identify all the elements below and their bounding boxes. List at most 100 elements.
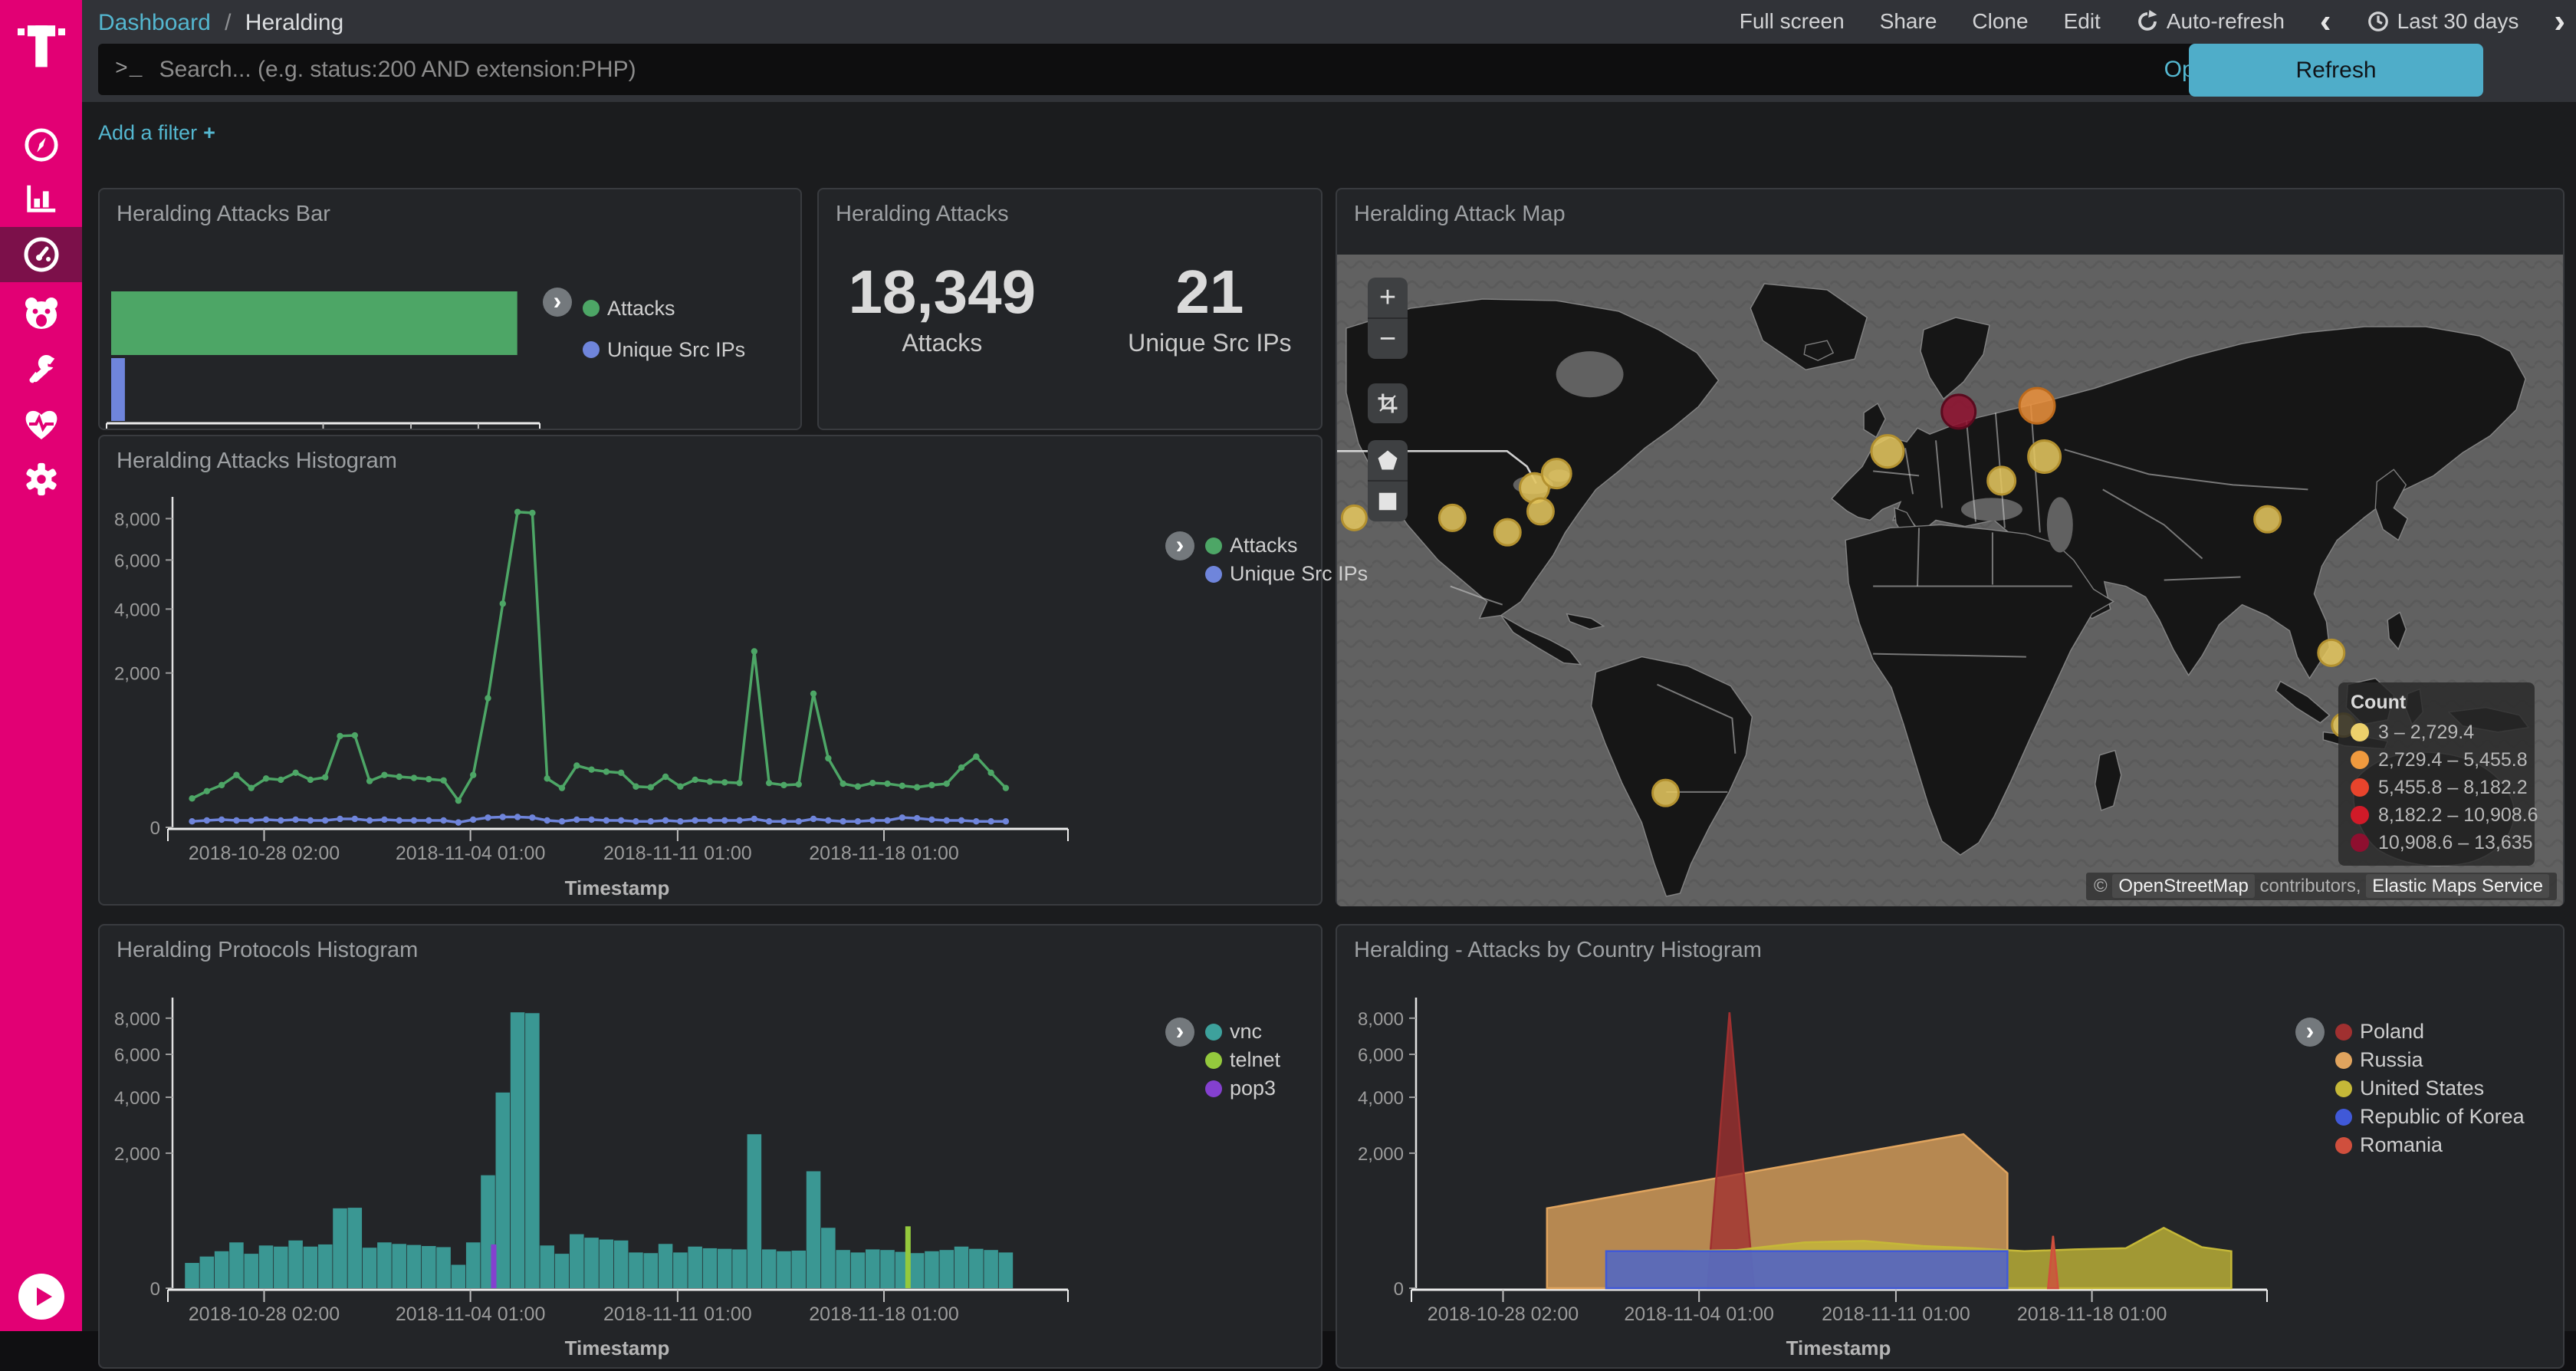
legend-toggle-button[interactable] <box>543 288 572 317</box>
bar-vnc[interactable] <box>200 1257 215 1288</box>
map-crop-button[interactable] <box>1368 383 1408 423</box>
bar-vnc[interactable] <box>762 1249 777 1288</box>
bar-vnc[interactable] <box>955 1247 969 1288</box>
bar-vnc[interactable] <box>318 1244 333 1288</box>
osm-attribution-link[interactable]: OpenStreetMap <box>2112 874 2254 898</box>
data-point[interactable] <box>840 781 846 787</box>
breadcrumb-dashboard-link[interactable]: Dashboard <box>98 10 211 35</box>
map-legend-item[interactable]: 2,729.4 – 5,455.8 <box>2351 746 2522 774</box>
sidebar-item-monitoring[interactable] <box>0 400 82 448</box>
data-point[interactable] <box>707 778 713 784</box>
data-point[interactable] <box>322 774 328 781</box>
bar-vnc[interactable] <box>215 1251 229 1288</box>
legend-item[interactable]: Romania <box>2335 1131 2525 1159</box>
bar-vnc[interactable] <box>777 1251 791 1288</box>
data-point[interactable] <box>692 817 698 824</box>
bar-vnc[interactable] <box>511 1012 525 1288</box>
data-point[interactable] <box>470 772 476 778</box>
data-point[interactable] <box>766 818 772 824</box>
bar-vnc[interactable] <box>525 1013 540 1288</box>
data-point[interactable] <box>440 817 446 824</box>
attacks-histogram-chart[interactable]: 02,0004,0006,0008,0002018-10-28 02:00201… <box>100 436 1158 906</box>
data-point[interactable] <box>352 816 358 822</box>
bar-vnc[interactable] <box>422 1246 436 1288</box>
data-point[interactable] <box>721 817 728 824</box>
legend-item[interactable]: telnet <box>1205 1046 1280 1074</box>
data-point[interactable] <box>677 784 683 790</box>
bar-vnc[interactable] <box>407 1245 422 1288</box>
data-point[interactable] <box>337 733 343 739</box>
legend-item[interactable]: Unique Src IPs <box>1205 560 1368 588</box>
add-filter-link[interactable]: Add a filter+ <box>98 121 215 145</box>
data-point[interactable] <box>899 814 905 820</box>
bar-vnc[interactable] <box>584 1238 599 1288</box>
data-point[interactable] <box>366 778 373 784</box>
data-point[interactable] <box>322 817 328 824</box>
sidebar-item-dashboard[interactable] <box>0 227 82 282</box>
data-point[interactable] <box>396 817 402 824</box>
data-point[interactable] <box>855 818 861 824</box>
map-draw-polygon-button[interactable] <box>1368 440 1408 480</box>
attack-location-dot[interactable] <box>1542 459 1571 488</box>
data-point[interactable] <box>204 817 210 824</box>
data-point[interactable] <box>381 817 387 823</box>
data-point[interactable] <box>500 600 506 607</box>
data-point[interactable] <box>544 817 550 824</box>
attack-location-dot[interactable] <box>2019 388 2055 423</box>
attack-location-dot[interactable] <box>2029 440 2061 472</box>
data-point[interactable] <box>248 817 255 824</box>
legend-item[interactable]: United States <box>2335 1074 2525 1103</box>
data-point[interactable] <box>973 818 979 824</box>
bar-vnc[interactable] <box>570 1235 584 1288</box>
data-point[interactable] <box>869 780 876 786</box>
bar-vnc[interactable] <box>880 1250 895 1288</box>
data-point[interactable] <box>855 784 861 790</box>
bar-vnc[interactable] <box>791 1251 806 1288</box>
legend-item[interactable]: Attacks <box>1205 531 1368 560</box>
map-draw-rectangle-button[interactable] <box>1368 480 1408 521</box>
bar-vnc[interactable] <box>259 1245 274 1288</box>
attack-location-dot[interactable] <box>1494 519 1520 545</box>
data-point[interactable] <box>189 818 195 824</box>
data-point[interactable] <box>204 788 210 794</box>
auto-refresh-button[interactable]: Auto-refresh <box>2136 9 2285 34</box>
legend-item[interactable]: vnc <box>1205 1018 1280 1046</box>
bar-vnc[interactable] <box>925 1251 939 1288</box>
data-point[interactable] <box>944 817 950 824</box>
legend-item[interactable]: Unique Src IPs <box>583 329 745 370</box>
map-zoom-out-button[interactable]: − <box>1368 317 1408 359</box>
bar-vnc[interactable] <box>304 1247 318 1288</box>
bar-vnc[interactable] <box>392 1244 406 1288</box>
data-point[interactable] <box>928 782 935 788</box>
data-point[interactable] <box>381 772 387 778</box>
data-point[interactable] <box>796 818 802 824</box>
legend-item[interactable]: Russia <box>2335 1046 2525 1074</box>
sidebar-item-timelion[interactable] <box>0 290 82 337</box>
data-point[interactable] <box>780 818 787 824</box>
map-legend-item[interactable]: 3 – 2,729.4 <box>2351 718 2522 746</box>
bar-vnc[interactable] <box>629 1252 643 1288</box>
attack-location-dot[interactable] <box>1871 436 1904 468</box>
data-point[interactable] <box>766 780 772 786</box>
legend-toggle-button[interactable] <box>1165 531 1194 561</box>
ems-attribution-link[interactable]: Elastic Maps Service <box>2366 874 2549 898</box>
bar-vnc[interactable] <box>185 1263 199 1288</box>
area-Republic of Korea[interactable] <box>1606 1251 2007 1288</box>
data-point[interactable] <box>810 690 816 696</box>
bar-vnc[interactable] <box>244 1254 258 1288</box>
bar-vnc[interactable] <box>969 1249 984 1288</box>
attack-location-dot[interactable] <box>1988 467 2016 495</box>
data-point[interactable] <box>914 815 920 821</box>
bar-vnc[interactable] <box>496 1093 511 1288</box>
data-point[interactable] <box>588 766 594 772</box>
data-point[interactable] <box>411 774 417 781</box>
bar-vnc[interactable] <box>363 1248 377 1288</box>
sidebar-item-visualize[interactable] <box>0 175 82 222</box>
data-point[interactable] <box>529 814 535 820</box>
sidebar-item-dev-tools[interactable] <box>0 345 82 393</box>
attack-map[interactable]: + − <box>1337 255 2563 906</box>
bar-vnc[interactable] <box>866 1249 880 1288</box>
bar-vnc[interactable] <box>614 1241 629 1288</box>
attack-location-dot[interactable] <box>2318 639 2344 666</box>
bar-unique-src-ips[interactable] <box>111 358 125 421</box>
